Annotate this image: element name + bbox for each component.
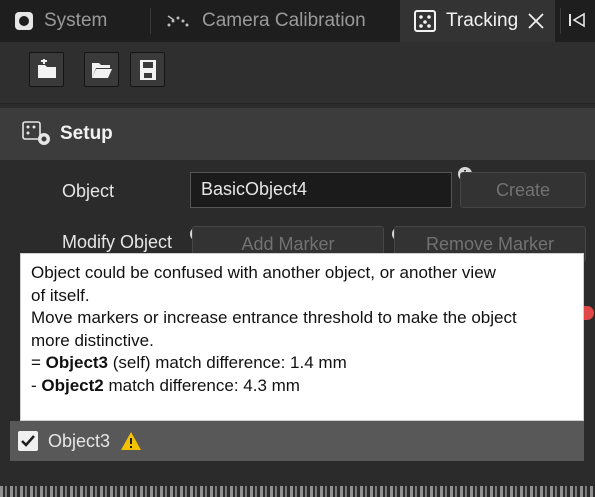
object-label: Object <box>62 181 115 201</box>
setup-gear-icon <box>22 121 50 145</box>
tooltip-line: Object could be confused with another ob… <box>31 263 496 282</box>
tooltip-line: Move markers or increase entrance thresh… <box>31 308 517 327</box>
tab-camera-calibration[interactable]: Camera Calibration <box>152 0 395 42</box>
create-button[interactable]: Create <box>460 172 586 208</box>
tab-label: Camera Calibration <box>202 10 366 31</box>
save-button[interactable] <box>130 52 165 87</box>
open-button[interactable] <box>84 52 119 87</box>
cutoff-content <box>0 486 595 497</box>
system-icon <box>15 12 33 30</box>
camera-calibration-icon <box>167 15 189 27</box>
object-name-label: Object3 <box>48 430 111 451</box>
object-list-row[interactable]: Object3 <box>10 421 584 461</box>
toolbar <box>0 42 595 104</box>
warning-tooltip: Object could be confused with another ob… <box>20 253 584 421</box>
warning-icon[interactable] <box>120 431 142 451</box>
tab-label: System <box>44 10 108 31</box>
tab-tracking[interactable]: Tracking <box>400 0 555 42</box>
match-object-name: Object3 <box>45 353 109 372</box>
checkmark-icon <box>21 435 35 447</box>
open-folder-icon <box>91 62 112 78</box>
tab-divider <box>560 8 561 34</box>
status-dot <box>584 306 594 320</box>
save-icon <box>139 59 156 80</box>
add-file-icon <box>37 58 56 78</box>
match-object-name: Object2 <box>41 375 104 395</box>
object-name-input[interactable]: BasicObject4 <box>190 172 452 208</box>
setup-section-header[interactable]: Setup <box>0 108 595 160</box>
collapse-left-icon <box>569 12 585 28</box>
setup-title: Setup <box>60 123 113 144</box>
tooltip-line: more distinctive. <box>31 330 154 350</box>
object-visible-checkbox[interactable] <box>18 431 38 451</box>
tracking-icon <box>414 10 436 32</box>
tab-label: Tracking <box>446 10 519 31</box>
close-icon[interactable] <box>528 13 544 29</box>
modify-object-label: Modify Object <box>62 232 173 252</box>
tab-system[interactable]: System <box>0 0 138 42</box>
tooltip-match-line: - Object2 match difference: 4.3 mm <box>31 375 300 395</box>
add-object-button[interactable] <box>29 52 64 87</box>
tooltip-match-line: = Object3 (self) match difference: 1.4 m… <box>31 353 347 372</box>
tab-divider <box>150 8 151 34</box>
collapse-tabs-button[interactable] <box>568 12 590 30</box>
tooltip-line: of itself. <box>31 285 90 305</box>
tab-bar: System Camera Calibration Tracking <box>0 0 595 42</box>
